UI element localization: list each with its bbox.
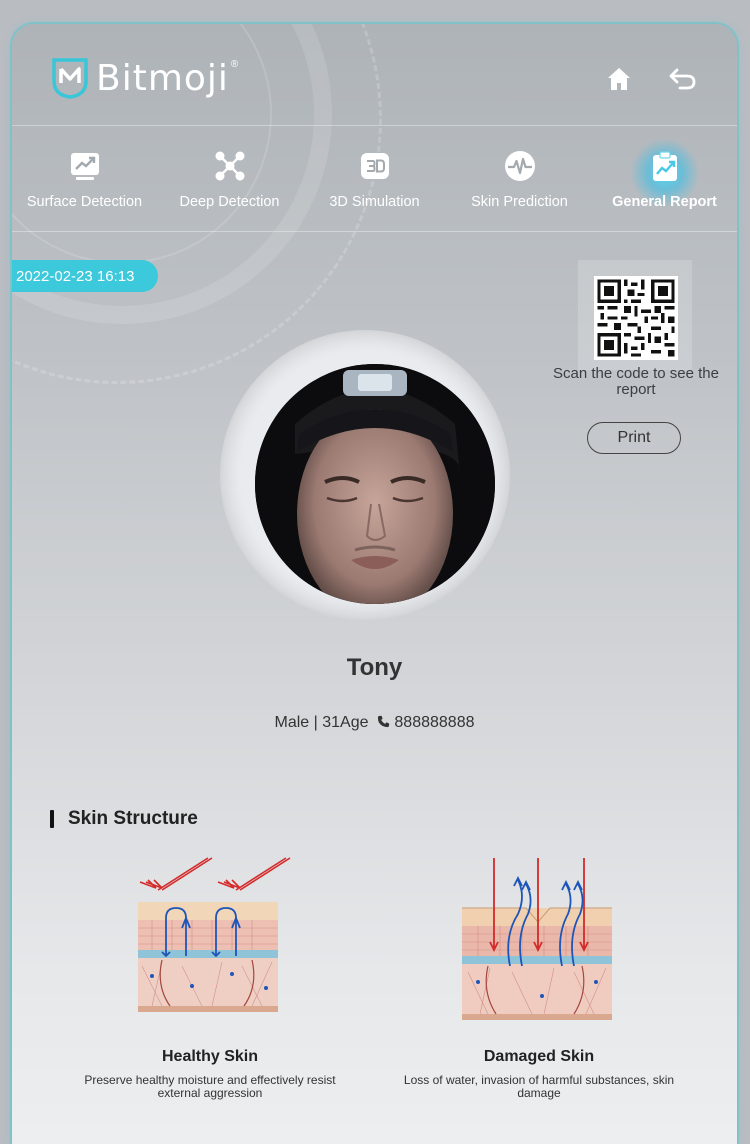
tab-skin-prediction[interactable]: Skin Prediction <box>447 126 592 231</box>
damaged-skin-illustration <box>462 858 612 1020</box>
report-datetime: 2022-02-23 16:13 <box>12 260 158 292</box>
info-separator: | <box>313 714 323 731</box>
tab-label: Deep Detection <box>179 194 280 210</box>
3d-icon <box>360 153 389 179</box>
tab-label: 3D Simulation <box>329 194 420 210</box>
qr-scan-hint: Scan the code to see the report <box>553 365 719 398</box>
qr-code-panel <box>578 260 692 370</box>
tab-deep-detection[interactable]: Deep Detection <box>157 126 302 231</box>
tab-3d-simulation[interactable]: 3D Simulation <box>302 126 447 231</box>
app-header: Bitmoji ® <box>12 24 737 126</box>
brand-reg-mark: ® <box>230 58 239 70</box>
face-photo <box>255 364 495 604</box>
customer-age: 31Age <box>322 714 369 731</box>
section-marker <box>50 810 54 828</box>
tab-label: Skin Prediction <box>471 194 568 210</box>
qr-code-icon <box>594 276 678 360</box>
tab-label: General Report <box>612 194 717 210</box>
phone-icon <box>377 715 390 728</box>
healthy-skin-desc: Preserve healthy moisture and effectivel… <box>84 1073 336 1100</box>
customer-name: Tony <box>346 654 403 681</box>
print-button[interactable]: Print <box>587 422 681 454</box>
brand-logo: Bitmoji ® <box>50 57 238 99</box>
home-icon <box>608 68 630 90</box>
tab-label: Surface Detection <box>26 194 143 210</box>
clipboard-chart-icon <box>652 151 677 181</box>
customer-gender: Male <box>274 714 310 731</box>
back-arrow-icon <box>669 68 696 90</box>
damaged-skin-title: Damaged Skin <box>483 1048 595 1065</box>
customer-phone: 888888888 <box>394 714 475 731</box>
back-button[interactable] <box>668 64 698 94</box>
customer-info: Male | 31Age 888888888 <box>12 714 737 732</box>
nav-bar: Surface Detection Deep Detection 3D Simu… <box>12 126 737 232</box>
healthy-skin-illustration <box>138 857 291 1012</box>
molecule-icon <box>215 151 244 181</box>
app-screen: Bitmoji ® Surface Detection Deep Detecti… <box>12 24 737 1144</box>
pulse-icon <box>504 151 535 181</box>
healthy-skin-title: Healthy Skin <box>161 1048 259 1065</box>
damaged-skin-desc: Loss of water, invasion of harmful subst… <box>403 1073 675 1100</box>
avatar <box>255 364 495 604</box>
tab-surface-detection[interactable]: Surface Detection <box>12 126 157 231</box>
home-button[interactable] <box>604 64 634 94</box>
tab-general-report[interactable]: General Report <box>592 126 737 231</box>
brand-name: Bitmoji <box>96 57 229 99</box>
section-title: Skin Structure <box>68 808 198 829</box>
section-skin-structure: Skin Structure <box>50 808 198 830</box>
trend-chart-icon <box>70 153 99 180</box>
logo-mark-icon <box>52 58 88 99</box>
